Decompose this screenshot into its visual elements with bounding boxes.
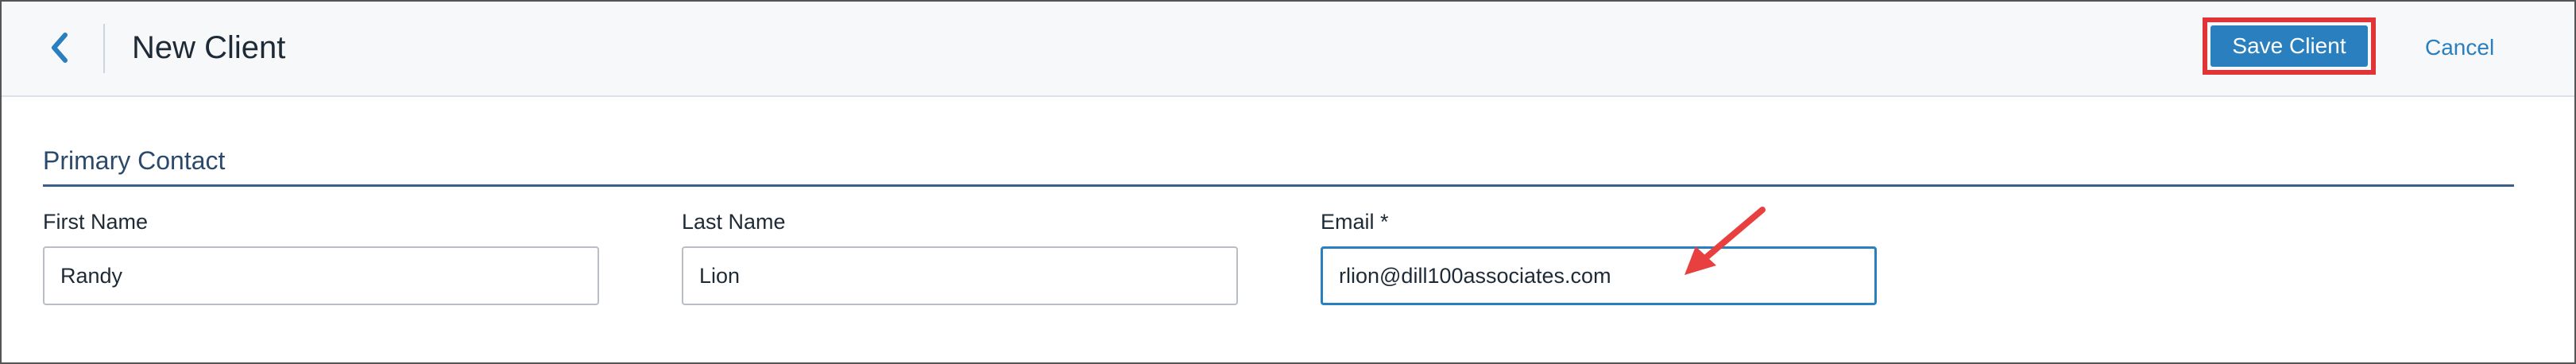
section-divider	[43, 184, 2514, 187]
back-button[interactable]	[40, 25, 79, 70]
chevron-left-icon	[52, 33, 68, 63]
cancel-link[interactable]: Cancel	[2425, 30, 2494, 65]
first-name-input[interactable]	[43, 246, 599, 305]
annotation-arrow-icon	[1684, 207, 1766, 275]
header-divider	[103, 24, 105, 73]
save-client-button[interactable]: Save Client	[2210, 25, 2368, 67]
email-input[interactable]	[1321, 246, 1877, 305]
section-title: Primary Contact	[43, 146, 226, 175]
app-frame: New Client Save Client Cancel Primary Co…	[0, 0, 2576, 364]
first-name-label: First Name	[43, 210, 149, 234]
last-name-label: Last Name	[682, 210, 786, 234]
last-name-input[interactable]	[682, 246, 1238, 305]
page-title: New Client	[132, 30, 286, 65]
page-header: New Client Save Client Cancel	[2, 2, 2574, 97]
save-button-highlight: Save Client	[2203, 17, 2376, 75]
email-label: Email *	[1321, 210, 1389, 234]
